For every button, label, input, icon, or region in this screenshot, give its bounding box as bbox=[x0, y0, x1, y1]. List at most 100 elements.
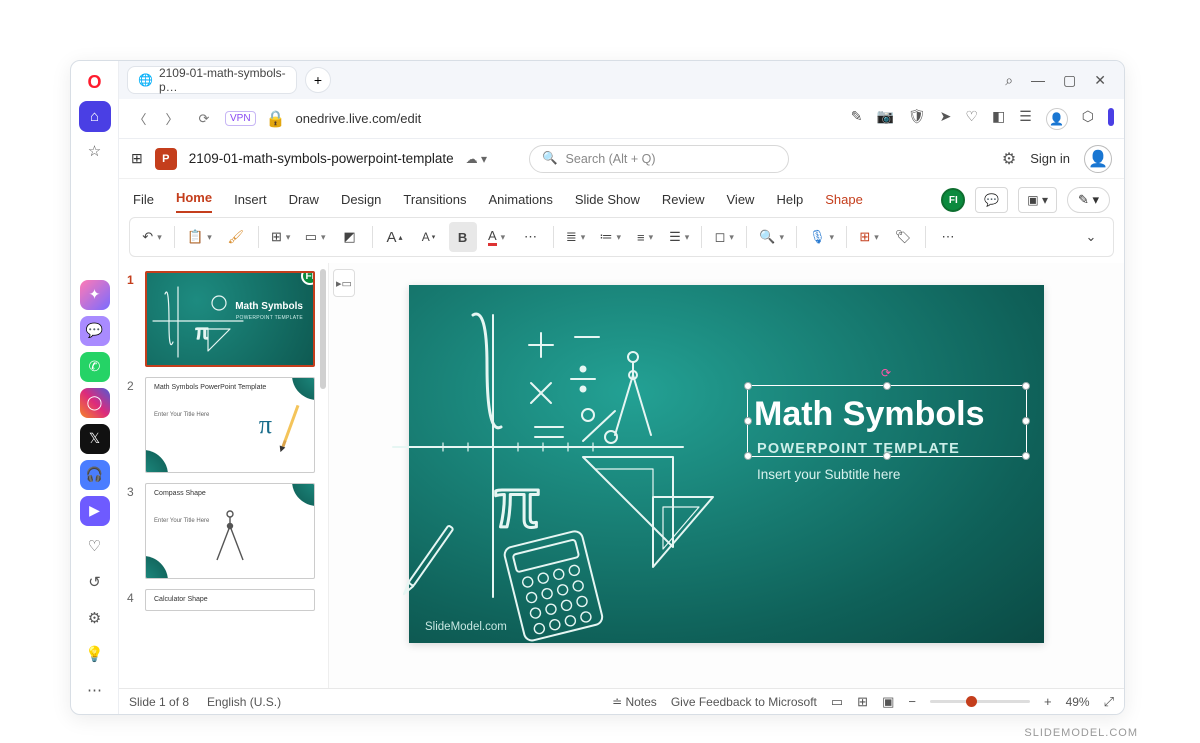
home-icon[interactable]: ⌂ bbox=[79, 101, 111, 131]
more-font-button[interactable]: ⋯ bbox=[517, 222, 545, 252]
slide-subtitle2-text[interactable]: Insert your Subtitle here bbox=[757, 467, 900, 482]
heart-icon[interactable]: ♡ bbox=[965, 108, 978, 130]
format-painter-button[interactable]: 🖌 bbox=[222, 222, 250, 252]
slide-thumbnail-1[interactable]: FI π Math Symbols POWERPOINT TEMPLATE bbox=[145, 271, 315, 367]
tab-design[interactable]: Design bbox=[341, 192, 381, 213]
bookmark-outline-icon[interactable]: ☆ bbox=[79, 136, 111, 166]
slide-thumbnail-3[interactable]: Compass Shape Enter Your Title Here bbox=[145, 483, 315, 579]
resize-handle[interactable] bbox=[744, 417, 752, 425]
sensitivity-button[interactable]: 🏷 bbox=[889, 222, 917, 252]
search-input[interactable]: 🔍 Search (Alt + Q) bbox=[529, 145, 789, 173]
tab-review[interactable]: Review bbox=[662, 192, 705, 213]
dictate-button[interactable]: 🎙 bbox=[805, 222, 838, 252]
feedback-link[interactable]: Give Feedback to Microsoft bbox=[671, 695, 817, 709]
undo-button[interactable]: ↶ bbox=[138, 222, 166, 252]
resize-handle[interactable] bbox=[744, 452, 752, 460]
language-indicator[interactable]: English (U.S.) bbox=[207, 695, 281, 709]
whatsapp-app-icon[interactable]: ✆ bbox=[80, 352, 110, 382]
present-button[interactable]: ▣ ▾ bbox=[1018, 187, 1057, 213]
lightbulb-icon[interactable]: 💡 bbox=[79, 638, 111, 670]
zoom-slider[interactable] bbox=[930, 700, 1030, 703]
new-slide-button[interactable]: ⊞ bbox=[267, 222, 295, 252]
notes-button[interactable]: ≐ Notes bbox=[612, 695, 657, 709]
instagram-app-icon[interactable]: ◯ bbox=[80, 388, 110, 418]
app-launcher-icon[interactable]: ⊞ bbox=[131, 150, 143, 167]
tab-view[interactable]: View bbox=[727, 192, 755, 213]
comments-button[interactable]: 💬 bbox=[975, 187, 1008, 213]
extensions-icon[interactable]: ☰ bbox=[1019, 108, 1032, 130]
cube-icon[interactable]: ⬡ bbox=[1082, 108, 1094, 130]
fit-to-window-button[interactable]: ⤢ bbox=[1104, 694, 1114, 710]
opera-logo-icon[interactable]: O bbox=[79, 67, 111, 97]
bold-button[interactable]: B bbox=[449, 222, 477, 252]
x-app-icon[interactable]: 𝕏 bbox=[80, 424, 110, 454]
zoom-level[interactable]: 49% bbox=[1066, 695, 1090, 709]
zoom-out-button[interactable]: − bbox=[908, 694, 916, 709]
layout-button[interactable]: ▭ bbox=[301, 222, 330, 252]
rotate-handle-icon[interactable]: ⟳ bbox=[881, 366, 893, 378]
new-tab-button[interactable]: + bbox=[305, 67, 331, 93]
resize-handle[interactable] bbox=[1022, 382, 1030, 390]
zoom-in-button[interactable]: + bbox=[1044, 694, 1052, 709]
slide-thumbnail-2[interactable]: Math Symbols PowerPoint Template Enter Y… bbox=[145, 377, 315, 473]
shapes-button[interactable]: ◻ bbox=[710, 222, 738, 252]
resize-handle[interactable] bbox=[1022, 452, 1030, 460]
settings-gear-icon[interactable]: ⚙ bbox=[1002, 149, 1016, 169]
settings-cog-icon[interactable]: ⚙ bbox=[79, 602, 111, 634]
pip-icon[interactable]: ◧ bbox=[992, 108, 1005, 130]
paste-button[interactable]: 📋 bbox=[183, 222, 216, 252]
tab-animations[interactable]: Animations bbox=[489, 192, 553, 213]
resize-handle[interactable] bbox=[883, 452, 891, 460]
numbering-button[interactable]: ≔ bbox=[596, 222, 626, 252]
edit-icon[interactable]: ✎ bbox=[851, 108, 863, 130]
maximize-button[interactable]: ▢ bbox=[1063, 72, 1076, 89]
tab-draw[interactable]: Draw bbox=[289, 192, 319, 213]
back-button[interactable]: 〈 bbox=[129, 108, 151, 130]
slide-canvas[interactable]: π bbox=[409, 285, 1044, 643]
messenger-app-icon[interactable]: 💬 bbox=[80, 316, 110, 346]
send-icon[interactable]: ➤ bbox=[940, 108, 952, 130]
font-shrink-button[interactable]: A▾ bbox=[415, 222, 443, 252]
forward-button[interactable]: 〉 bbox=[161, 108, 183, 130]
browser-tab[interactable]: 🌐 2109-01-math-symbols-p… bbox=[127, 66, 297, 94]
tab-transitions[interactable]: Transitions bbox=[403, 192, 466, 213]
heart-icon[interactable]: ♡ bbox=[79, 530, 111, 562]
bullets-button[interactable]: ≣ bbox=[562, 222, 590, 252]
selection-box[interactable]: ⟳ bbox=[747, 385, 1027, 457]
account-avatar[interactable]: 👤 bbox=[1084, 145, 1112, 173]
url-text[interactable]: onedrive.live.com/edit bbox=[295, 111, 421, 126]
document-title[interactable]: 2109-01-math-symbols-powerpoint-template bbox=[189, 151, 454, 166]
line-spacing-button[interactable]: ≡ bbox=[631, 222, 659, 252]
outline-toggle-button[interactable]: ▸▭ bbox=[333, 269, 355, 297]
normal-view-button[interactable]: ▭ bbox=[831, 694, 843, 710]
tab-home[interactable]: Home bbox=[176, 190, 212, 213]
thumbnail-scrollbar[interactable] bbox=[320, 269, 326, 389]
reload-button[interactable]: ⟳ bbox=[193, 108, 215, 130]
collapse-ribbon-button[interactable]: ⌄ bbox=[1077, 222, 1105, 252]
history-icon[interactable]: ↺ bbox=[79, 566, 111, 598]
more-icon[interactable]: ⋯ bbox=[79, 674, 111, 706]
tab-help[interactable]: Help bbox=[776, 192, 803, 213]
play-app-icon[interactable]: ▶ bbox=[80, 496, 110, 526]
reset-button[interactable]: ◩ bbox=[336, 222, 364, 252]
sorter-view-button[interactable]: ⊞ bbox=[857, 694, 868, 710]
more-commands-button[interactable]: ⋯ bbox=[934, 222, 962, 252]
camera-icon[interactable]: 📷 bbox=[876, 108, 893, 130]
ai-app-icon[interactable]: ✦ bbox=[80, 280, 110, 310]
sidebar-toggle-icon[interactable] bbox=[1108, 108, 1114, 126]
slide-thumbnail-4[interactable]: Calculator Shape bbox=[145, 589, 315, 611]
profile-icon[interactable]: 👤 bbox=[1046, 108, 1068, 130]
find-button[interactable]: 🔍 bbox=[755, 222, 788, 252]
tab-shape[interactable]: Shape bbox=[825, 192, 863, 213]
sign-in-link[interactable]: Sign in bbox=[1030, 151, 1070, 166]
vpn-badge[interactable]: VPN bbox=[225, 111, 256, 126]
tab-insert[interactable]: Insert bbox=[234, 192, 267, 213]
tab-slideshow[interactable]: Slide Show bbox=[575, 192, 640, 213]
slide-position[interactable]: Slide 1 of 8 bbox=[129, 695, 189, 709]
minimize-button[interactable]: ― bbox=[1031, 72, 1045, 89]
tab-file[interactable]: File bbox=[133, 192, 154, 213]
resize-handle[interactable] bbox=[883, 382, 891, 390]
save-status-icon[interactable]: ☁ ▾ bbox=[466, 152, 487, 166]
search-icon[interactable]: ⌕ bbox=[1005, 72, 1013, 89]
editing-mode-button[interactable]: ✎ ▾ bbox=[1067, 187, 1110, 213]
